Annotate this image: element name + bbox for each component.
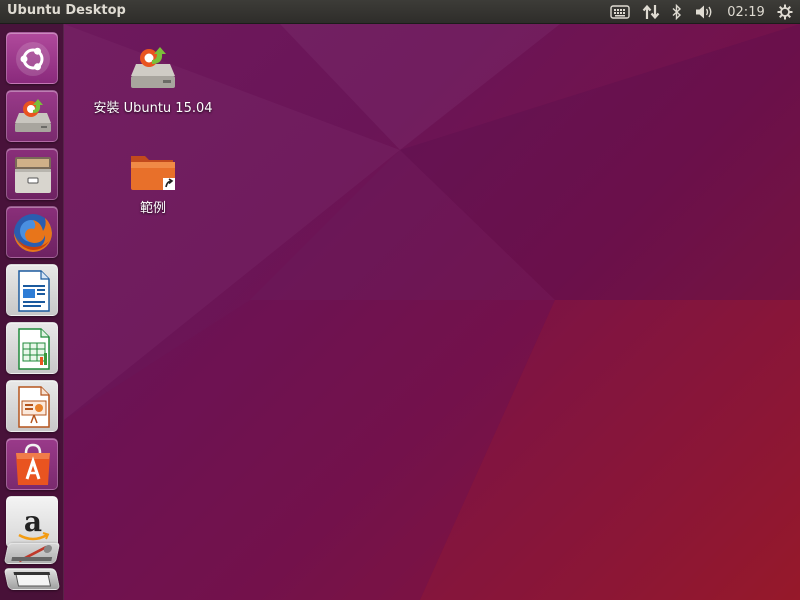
launcher-libreoffice-calc[interactable] (6, 322, 58, 374)
network-icon (642, 4, 660, 20)
svg-text:a: a (24, 505, 42, 538)
launcher-libreoffice-impress[interactable] (6, 380, 58, 432)
launcher: a (0, 24, 64, 600)
launcher-amazon[interactable]: a (6, 496, 58, 548)
session-gear-icon (777, 4, 793, 20)
launcher-trash[interactable] (3, 568, 61, 590)
software-center-icon (16, 443, 50, 485)
ubuntu-logo-icon (16, 42, 50, 76)
settings-icon (11, 545, 53, 563)
keyboard-icon (610, 5, 630, 19)
desktop-icon-label: 範例 (139, 201, 166, 216)
launcher-dash[interactable] (6, 32, 58, 84)
trash-icon (13, 572, 52, 587)
clock[interactable]: 02:19 (722, 0, 770, 24)
libreoffice-impress-icon (18, 386, 50, 428)
desktop-icon-install-ubuntu[interactable]: 安裝 Ubuntu 15.04 (83, 42, 223, 116)
folder-link-icon (131, 156, 175, 190)
desktop-icon-examples[interactable]: 範例 (83, 148, 223, 216)
window-title: Ubuntu Desktop (7, 3, 126, 18)
desktop-icon-label: 安裝 Ubuntu 15.04 (93, 101, 213, 116)
top-panel: Ubuntu Desktop 02:19 (0, 0, 800, 24)
bluetooth-icon (672, 4, 682, 20)
launcher-software-center[interactable] (6, 438, 58, 490)
installer-icon (131, 47, 175, 88)
volume-indicator[interactable] (692, 0, 718, 24)
desktop-screen: Ubuntu Desktop 02:19 a 安裝 Ubuntu 15.04 範… (0, 0, 800, 600)
network-indicator[interactable] (638, 0, 664, 24)
launcher-install-ubuntu[interactable] (6, 90, 58, 142)
session-menu[interactable] (774, 0, 796, 24)
installer-icon (15, 99, 51, 132)
keyboard-indicator[interactable] (606, 0, 634, 24)
libreoffice-calc-icon (18, 328, 50, 370)
launcher-system-settings[interactable] (3, 542, 61, 564)
firefox-icon (14, 214, 52, 252)
launcher-files[interactable] (6, 148, 58, 200)
launcher-firefox[interactable] (6, 206, 58, 258)
amazon-icon: a (18, 505, 50, 541)
launcher-libreoffice-writer[interactable] (6, 264, 58, 316)
file-cabinet-icon (15, 157, 51, 193)
libreoffice-writer-icon (18, 270, 50, 312)
bluetooth-indicator[interactable] (666, 0, 688, 24)
volume-icon (696, 5, 712, 19)
